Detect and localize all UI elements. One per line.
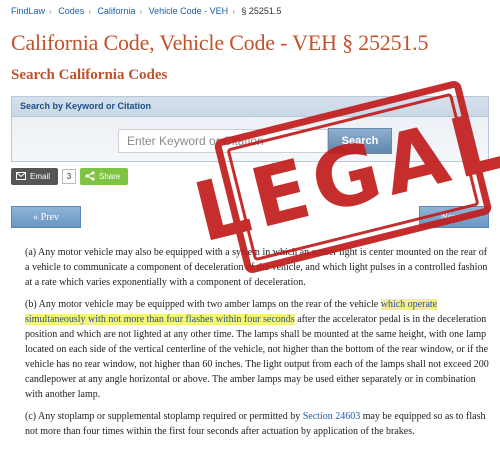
statute-paragraph-b: (b) Any motor vehicle may be equipped wi… xyxy=(25,297,489,402)
search-heading: Search California Codes xyxy=(11,67,168,83)
share-label: Share xyxy=(99,171,121,181)
chevron-right-icon: › xyxy=(232,7,235,16)
statute-text: (a) Any motor vehicle may also be equipp… xyxy=(25,245,489,446)
breadcrumb-california[interactable]: California xyxy=(97,6,135,16)
chevron-right-icon: › xyxy=(139,7,143,16)
chevron-right-icon: › xyxy=(88,7,91,16)
statute-paragraph-c: (c) Any stoplamp or supplemental stoplam… xyxy=(25,409,489,439)
breadcrumb: FindLaw › Codes › California › Vehicle Code… xyxy=(11,6,281,16)
share-row: Email 3 Share xyxy=(11,167,129,185)
chevron-right-icon: › xyxy=(49,7,52,16)
envelope-icon xyxy=(16,172,26,180)
search-panel-label: Search by Keyword or Citation xyxy=(20,101,152,111)
email-count-badge: 3 xyxy=(62,168,77,184)
paragraph-c-text-start: (c) Any stoplamp or supplemental stoplam… xyxy=(25,411,303,422)
share-button[interactable]: Share xyxy=(80,167,129,185)
breadcrumb-findlaw[interactable]: FindLaw xyxy=(11,6,45,16)
email-label: Email xyxy=(30,171,51,181)
email-button[interactable]: Email xyxy=(11,167,59,185)
section-24603-link[interactable]: Section 24603 xyxy=(303,411,361,422)
breadcrumb-vehicle-code[interactable]: Vehicle Code - VEH xyxy=(149,6,229,16)
share-icon xyxy=(85,171,95,181)
paragraph-b-text-end: after the accelerator pedal is in the de… xyxy=(25,314,489,400)
breadcrumb-current: § 25251.5 xyxy=(241,6,282,16)
paragraph-b-text-start: (b) Any motor vehicle may be equipped wi… xyxy=(25,299,381,310)
prev-button[interactable]: « Prev xyxy=(11,206,81,228)
page-title: California Code, Vehicle Code - VEH § 25… xyxy=(11,30,429,55)
breadcrumb-codes[interactable]: Codes xyxy=(58,6,84,16)
